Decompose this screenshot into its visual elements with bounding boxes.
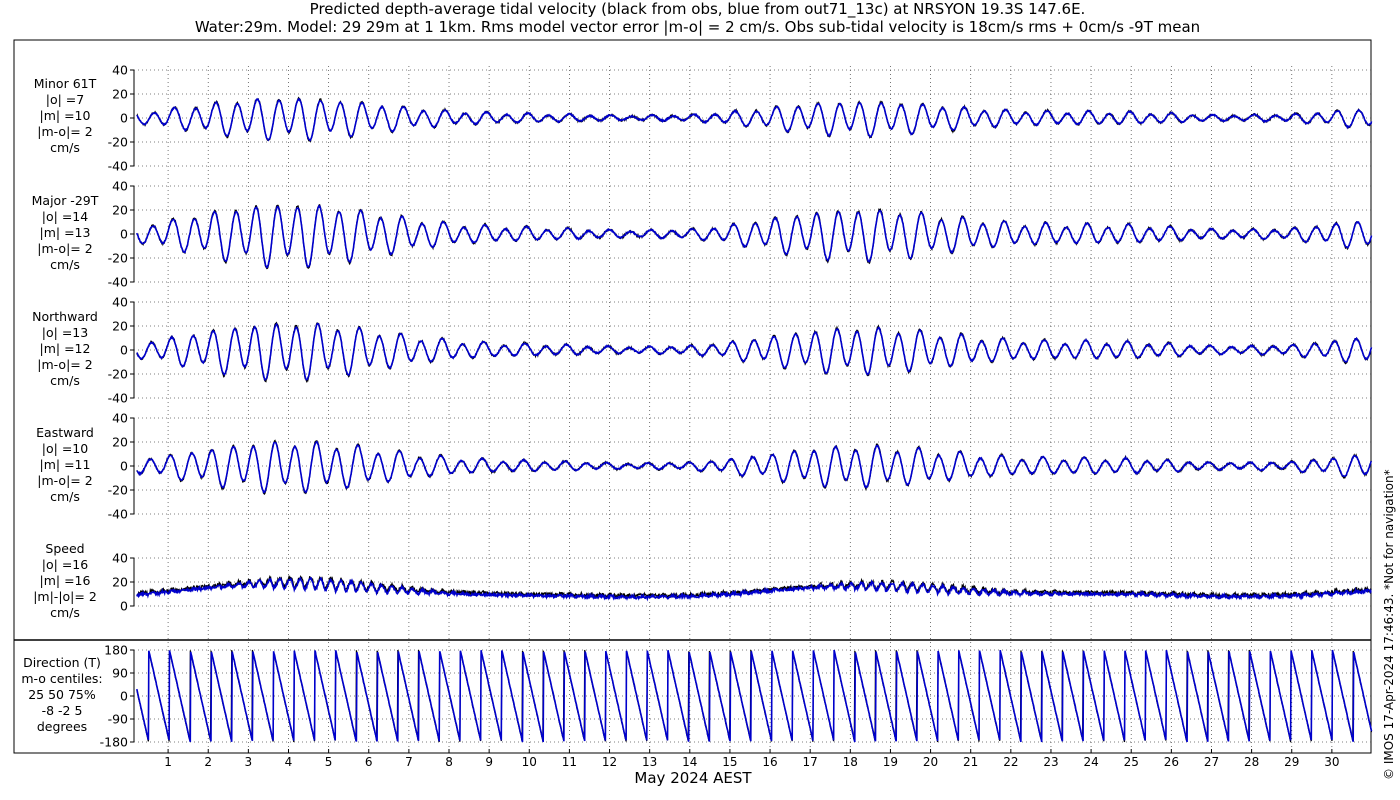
y-tick-label: 0 <box>120 227 128 242</box>
y-tick-label: -40 <box>108 275 128 290</box>
x-tick-label: 18 <box>843 755 858 769</box>
x-tick-label: 11 <box>562 755 577 769</box>
x-tick-label: 12 <box>602 755 617 769</box>
x-tick-label: 17 <box>803 755 818 769</box>
panel-major: 40 20 0 -20 -40 <box>108 179 1373 290</box>
y-tick-label: 20 <box>112 319 128 334</box>
y-tick-label: -40 <box>108 159 128 174</box>
y-tick-label: 40 <box>112 551 128 566</box>
y-tick-label: -20 <box>108 251 128 266</box>
vertical-gridlines <box>167 66 1333 748</box>
x-tick-label: 23 <box>1043 755 1058 769</box>
x-tick-label: 7 <box>405 755 413 769</box>
y-tick-label: -180 <box>100 735 128 750</box>
series-model-line <box>136 440 1373 494</box>
x-tick-label: 20 <box>923 755 938 769</box>
y-tick-label: 90 <box>112 666 128 681</box>
y-tick-label: 0 <box>120 599 128 614</box>
y-tick-label: 20 <box>112 575 128 590</box>
y-tick-label: 40 <box>112 179 128 194</box>
y-tick-label: 0 <box>120 111 128 126</box>
y-tick-label: 180 <box>104 643 128 658</box>
panel-minor: 40 20 0 -20 -40 <box>108 63 1373 174</box>
x-tick-label: 19 <box>883 755 898 769</box>
series-obs-line <box>136 321 1373 384</box>
x-tick-label: 25 <box>1124 755 1139 769</box>
x-tick-labels: 1 2 3 4 5 6 7 8 9 10 11 12 13 14 15 16 17 18 19 20 21 22 23 24 2… <box>164 749 1340 769</box>
x-tick-label: 30 <box>1324 755 1339 769</box>
x-tick-label: 6 <box>365 755 373 769</box>
y-tick-label: 40 <box>112 63 128 78</box>
y-tick-label: 20 <box>112 87 128 102</box>
y-tick-label: 0 <box>120 343 128 358</box>
x-tick-label: 1 <box>164 755 172 769</box>
outer-frame <box>13 39 1372 754</box>
x-tick-label: 9 <box>485 755 493 769</box>
series-model-line <box>136 322 1373 381</box>
series-model-line <box>136 576 1372 602</box>
y-tick-label: 40 <box>112 411 128 426</box>
x-tick-label: 3 <box>245 755 253 769</box>
y-tick-label: -20 <box>108 135 128 150</box>
series-model-line <box>136 97 1373 142</box>
y-tick-label: -40 <box>108 507 128 522</box>
x-tick-label: 8 <box>445 755 453 769</box>
y-tick-label: -20 <box>108 367 128 382</box>
y-tick-label: 20 <box>112 435 128 450</box>
x-tick-label: 22 <box>1003 755 1018 769</box>
x-tick-label: 27 <box>1204 755 1219 769</box>
x-tick-label: 28 <box>1244 755 1259 769</box>
x-tick-label: 29 <box>1284 755 1299 769</box>
x-tick-label: 24 <box>1083 755 1098 769</box>
tidal-velocity-chart: 1 2 3 4 5 6 7 8 9 10 11 12 13 14 15 16 17 18 19 20 21 22 23 24 2… <box>13 39 1373 787</box>
y-tick-label: 0 <box>120 459 128 474</box>
x-tick-label: 26 <box>1164 755 1179 769</box>
x-tick-label: 14 <box>682 755 697 769</box>
y-tick-label: 20 <box>112 203 128 218</box>
panel-direction: 180 90 0 -90 -180 <box>100 643 1373 750</box>
x-tick-label: 10 <box>522 755 537 769</box>
x-tick-label: 21 <box>963 755 978 769</box>
y-tick-label: -40 <box>108 391 128 406</box>
y-tick-label: 0 <box>120 689 128 704</box>
panel-north: 40 20 0 -20 -40 <box>108 295 1373 406</box>
x-tick-label: 16 <box>762 755 777 769</box>
x-axis-label: May 2024 AEST <box>634 769 752 787</box>
x-tick-label: 4 <box>285 755 293 769</box>
y-tick-label: 40 <box>112 295 128 310</box>
y-tick-label: -90 <box>108 712 128 727</box>
copyright-notice: © IMOS 17-Apr-2024 17:46:43. *Not for na… <box>1382 469 1396 780</box>
x-tick-label: 2 <box>204 755 212 769</box>
x-tick-label: 15 <box>722 755 737 769</box>
x-tick-label: 13 <box>642 755 657 769</box>
x-tick-label: 5 <box>325 755 333 769</box>
panel-east: 40 20 0 -20 -40 <box>108 411 1373 522</box>
y-tick-label: -20 <box>108 483 128 498</box>
panel-speed: 40 20 0 <box>112 551 1372 614</box>
